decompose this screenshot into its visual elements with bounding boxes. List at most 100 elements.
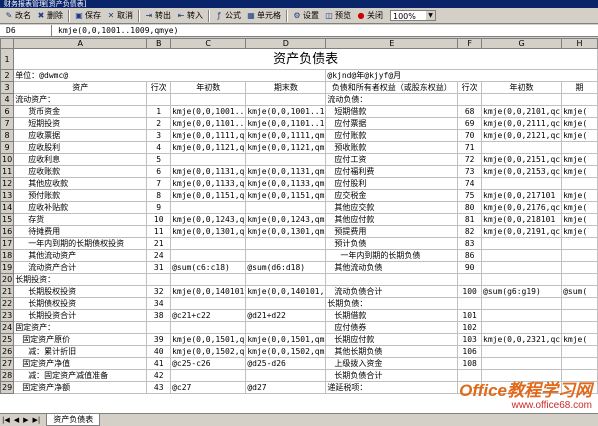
row-header[interactable]: 12 bbox=[0, 177, 15, 190]
column-header[interactable]: D bbox=[245, 38, 327, 49]
cell-f[interactable]: 68 bbox=[457, 105, 483, 118]
cell-g[interactable]: kmje(0,0,217101 bbox=[481, 189, 563, 202]
cell-f[interactable]: 72 bbox=[457, 153, 483, 166]
row-header[interactable]: 19 bbox=[0, 261, 15, 274]
cell-b[interactable]: 43 bbox=[146, 381, 172, 394]
header-cell[interactable]: 负债和所有者权益（或股东权益） bbox=[325, 81, 459, 94]
cell-b[interactable]: 41 bbox=[146, 357, 172, 370]
sheet-title[interactable]: 资产负债表 bbox=[13, 48, 598, 70]
cell-e[interactable]: 应付票据 bbox=[325, 117, 459, 130]
spreadsheet-grid[interactable]: ABCDEFGH 1 资产负债表 2 单位：@dwmc@ @kjnd@年@kjy… bbox=[0, 38, 598, 413]
cell-d[interactable]: kmje(0,0,1243,qm bbox=[245, 213, 327, 226]
row-header[interactable]: 26 bbox=[0, 345, 15, 358]
cell-d[interactable] bbox=[245, 201, 327, 214]
row-header[interactable]: 28 bbox=[0, 369, 15, 382]
toolbar-button-cancel[interactable]: ✕ 取消 bbox=[104, 9, 136, 23]
cell-c[interactable] bbox=[170, 321, 247, 334]
cell-e[interactable]: 预提费用 bbox=[325, 225, 459, 238]
row-header[interactable]: 8 bbox=[0, 129, 15, 142]
cell-c[interactable]: @c27 bbox=[170, 381, 247, 394]
cell-h[interactable]: kmje( bbox=[561, 105, 598, 118]
column-header[interactable]: B bbox=[146, 38, 172, 49]
cell-b[interactable] bbox=[146, 273, 172, 286]
cell-g[interactable] bbox=[481, 369, 563, 382]
cell-f[interactable]: 108 bbox=[457, 357, 483, 370]
header-cell[interactable]: 年初数 bbox=[170, 81, 247, 94]
cell-e[interactable]: 递延税项： bbox=[325, 381, 459, 394]
cell-e[interactable]: 其他应交款 bbox=[325, 201, 459, 214]
cell-d[interactable]: kmje(0,0,1101..1 bbox=[245, 117, 327, 130]
row-header[interactable]: 23 bbox=[0, 309, 15, 322]
cell-a[interactable]: 长期债权投资 bbox=[13, 297, 148, 310]
prev-sheet-icon[interactable]: ◀ bbox=[12, 416, 21, 424]
cell-b[interactable] bbox=[146, 321, 172, 334]
row-header[interactable]: 20 bbox=[0, 273, 15, 286]
cell-d[interactable]: kmje(0,0,1121,qm bbox=[245, 141, 327, 154]
cell-d[interactable] bbox=[245, 369, 327, 382]
column-header[interactable]: C bbox=[170, 38, 247, 49]
cell-h[interactable] bbox=[561, 261, 598, 274]
cell-a[interactable]: 存货 bbox=[13, 213, 148, 226]
toolbar-button-settings[interactable]: ⚙ 设置 bbox=[290, 9, 322, 23]
cell-a[interactable]: 应收补贴款 bbox=[13, 201, 148, 214]
cell-d[interactable] bbox=[245, 153, 327, 166]
unit-label[interactable]: 单位：@dwmc@ bbox=[13, 69, 327, 82]
row-header[interactable]: 18 bbox=[0, 249, 15, 262]
cell-b[interactable]: 24 bbox=[146, 249, 172, 262]
toolbar-button-preview[interactable]: ◫ 预览 bbox=[322, 9, 354, 23]
cell-d[interactable] bbox=[245, 297, 327, 310]
cell-f[interactable]: 86 bbox=[457, 249, 483, 262]
toolbar-button-rename[interactable]: ✎ 改名 bbox=[2, 9, 34, 23]
cell-h[interactable]: kmje( bbox=[561, 333, 598, 346]
cell-g[interactable]: kmje(0,0,2111,qc bbox=[481, 117, 563, 130]
cell-g[interactable] bbox=[481, 273, 563, 286]
cell-f[interactable]: 106 bbox=[457, 345, 483, 358]
cell-h[interactable] bbox=[561, 177, 598, 190]
cell-a[interactable]: 流动资产合计 bbox=[13, 261, 148, 274]
header-cell[interactable]: 期 bbox=[561, 81, 598, 94]
row-header[interactable]: 24 bbox=[0, 321, 15, 334]
toolbar-button-delete[interactable]: ✖ 删除 bbox=[34, 9, 66, 23]
cell-b[interactable]: 1 bbox=[146, 105, 172, 118]
cell-e[interactable] bbox=[325, 273, 459, 286]
cell-f[interactable] bbox=[457, 273, 483, 286]
cell-c[interactable] bbox=[170, 237, 247, 250]
zoom-select[interactable]: 100% ▼ bbox=[390, 10, 436, 21]
cell-f[interactable]: 100 bbox=[457, 285, 483, 298]
cell-b[interactable]: 9 bbox=[146, 201, 172, 214]
toolbar-button-import[interactable]: ⇤ 转入 bbox=[174, 9, 206, 23]
toolbar-button-cell[interactable]: ▦ 单元格 bbox=[244, 9, 284, 23]
cell-b[interactable]: 21 bbox=[146, 237, 172, 250]
row-header[interactable]: 6 bbox=[0, 105, 15, 118]
row-header[interactable]: 1 bbox=[0, 48, 15, 70]
cell-e[interactable]: 一年内到期的长期负债 bbox=[325, 249, 459, 262]
cell-f[interactable]: 103 bbox=[457, 333, 483, 346]
header-cell[interactable]: 行次 bbox=[457, 81, 483, 94]
cell-f[interactable]: 73 bbox=[457, 165, 483, 178]
select-all-corner[interactable] bbox=[0, 38, 15, 49]
cell-e[interactable]: 预计负债 bbox=[325, 237, 459, 250]
last-sheet-icon[interactable]: ▶| bbox=[31, 416, 43, 424]
row-header[interactable]: 25 bbox=[0, 333, 15, 346]
cell-g[interactable]: @sum(g6:g19) bbox=[481, 285, 563, 298]
cell-c[interactable] bbox=[170, 93, 247, 106]
cell-d[interactable]: kmje(0,0,1111,qm bbox=[245, 129, 327, 142]
cell-d[interactable]: @sum(d6:d18) bbox=[245, 261, 327, 274]
cell-b[interactable]: 5 bbox=[146, 153, 172, 166]
header-cell[interactable]: 行次 bbox=[146, 81, 172, 94]
row-header[interactable]: 10 bbox=[0, 153, 15, 166]
cell-c[interactable]: kmje(0,0,140101 bbox=[170, 285, 247, 298]
formula-input[interactable]: kmje(0,0,1001..1009,qmye) bbox=[52, 25, 178, 36]
cell-h[interactable] bbox=[561, 297, 598, 310]
cell-e[interactable]: 流动负债： bbox=[325, 93, 459, 106]
header-cell[interactable]: 期末数 bbox=[245, 81, 327, 94]
cell-d[interactable]: @d27 bbox=[245, 381, 327, 394]
row-header[interactable]: 3 bbox=[0, 81, 15, 94]
column-header[interactable]: A bbox=[13, 38, 148, 49]
cell-a[interactable]: 减：累计折旧 bbox=[13, 345, 148, 358]
cell-e[interactable]: 应付工资 bbox=[325, 153, 459, 166]
row-header[interactable]: 2 bbox=[0, 69, 15, 82]
row-header[interactable]: 21 bbox=[0, 285, 15, 298]
cell-d[interactable]: kmje(0,0,1131,qm bbox=[245, 165, 327, 178]
cell-g[interactable]: kmje(0,0,2151,qc bbox=[481, 153, 563, 166]
